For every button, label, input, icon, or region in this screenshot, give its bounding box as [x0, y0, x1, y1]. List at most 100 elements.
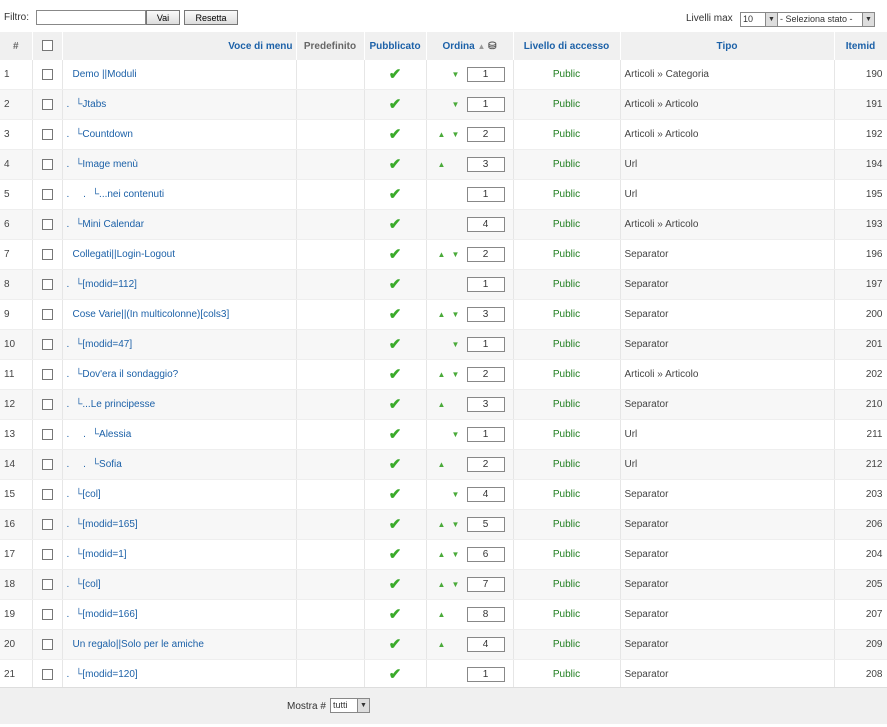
move-down-icon[interactable]: ▼	[449, 550, 463, 559]
order-input[interactable]: 2	[466, 367, 505, 382]
save-order-icon[interactable]: ⛁	[488, 41, 496, 52]
published-check-icon[interactable]: ✔	[389, 216, 402, 233]
menu-item-link[interactable]: Cose Varie||(In multicolonne)[cols3]	[73, 309, 230, 320]
row-checkbox[interactable]	[32, 509, 63, 540]
menu-item-link[interactable]: └[col]	[75, 489, 100, 500]
move-up-icon[interactable]: ▲	[435, 640, 449, 649]
filter-input[interactable]	[36, 10, 146, 25]
menu-item-link[interactable]: └Alessia	[92, 429, 131, 440]
move-down-icon[interactable]: ▼	[449, 70, 463, 79]
menu-item-link[interactable]: └[modid=165]	[75, 519, 137, 530]
access-level[interactable]: Public	[513, 179, 621, 210]
move-down-icon[interactable]: ▼	[449, 310, 463, 319]
levels-select[interactable]: 10 ▼	[740, 12, 778, 27]
access-level[interactable]: Public	[513, 569, 621, 600]
published-check-icon[interactable]: ✔	[389, 306, 402, 323]
menu-item-link[interactable]: Un regalo||Solo per le amiche	[73, 639, 204, 650]
menu-item-link[interactable]: └Jtabs	[75, 99, 106, 110]
row-checkbox[interactable]	[32, 539, 63, 570]
move-up-icon[interactable]: ▲	[435, 400, 449, 409]
row-checkbox[interactable]	[32, 629, 63, 660]
published-check-icon[interactable]: ✔	[389, 126, 402, 143]
order-input[interactable]: 6	[466, 547, 505, 562]
row-checkbox[interactable]	[32, 89, 63, 120]
published-check-icon[interactable]: ✔	[389, 66, 402, 83]
move-up-icon[interactable]: ▲	[435, 130, 449, 139]
published-check-icon[interactable]: ✔	[389, 516, 402, 533]
published-check-icon[interactable]: ✔	[389, 186, 402, 203]
menu-item-link[interactable]: └[modid=120]	[75, 669, 137, 680]
published-check-icon[interactable]: ✔	[389, 606, 402, 623]
access-level[interactable]: Public	[513, 539, 621, 570]
access-level[interactable]: Public	[513, 209, 621, 240]
access-level[interactable]: Public	[513, 60, 621, 90]
move-up-icon[interactable]: ▲	[435, 550, 449, 559]
order-input[interactable]: 4	[466, 217, 505, 232]
row-checkbox[interactable]	[32, 449, 63, 480]
order-input[interactable]: 2	[466, 247, 505, 262]
menu-item-link[interactable]: └[modid=166]	[75, 609, 137, 620]
order-input[interactable]: 7	[466, 577, 505, 592]
published-check-icon[interactable]: ✔	[389, 336, 402, 353]
access-level[interactable]: Public	[513, 329, 621, 360]
access-level[interactable]: Public	[513, 509, 621, 540]
col-title-header[interactable]: Voce di menu	[62, 32, 297, 60]
access-level[interactable]: Public	[513, 239, 621, 270]
order-input[interactable]: 1	[466, 427, 505, 442]
move-up-icon[interactable]: ▲	[435, 160, 449, 169]
published-check-icon[interactable]: ✔	[389, 636, 402, 653]
reset-button[interactable]: Resetta	[184, 10, 238, 25]
order-input[interactable]: 1	[466, 667, 505, 682]
menu-item-link[interactable]: └Sofia	[92, 459, 122, 470]
published-check-icon[interactable]: ✔	[389, 666, 402, 683]
access-level[interactable]: Public	[513, 89, 621, 120]
row-checkbox[interactable]	[32, 299, 63, 330]
row-checkbox[interactable]	[32, 479, 63, 510]
order-input[interactable]: 3	[466, 307, 505, 322]
row-checkbox[interactable]	[32, 239, 63, 270]
published-check-icon[interactable]: ✔	[389, 396, 402, 413]
published-check-icon[interactable]: ✔	[389, 546, 402, 563]
access-level[interactable]: Public	[513, 479, 621, 510]
order-input[interactable]: 1	[466, 277, 505, 292]
order-input[interactable]: 3	[466, 157, 505, 172]
col-access-header[interactable]: Livello di accesso	[513, 32, 621, 60]
order-input[interactable]: 8	[466, 607, 505, 622]
row-checkbox[interactable]	[32, 329, 63, 360]
move-down-icon[interactable]: ▼	[449, 100, 463, 109]
menu-item-link[interactable]: Collegati||Login-Logout	[73, 249, 176, 260]
move-up-icon[interactable]: ▲	[435, 580, 449, 589]
order-input[interactable]: 1	[466, 337, 505, 352]
move-down-icon[interactable]: ▼	[449, 340, 463, 349]
move-down-icon[interactable]: ▼	[449, 370, 463, 379]
menu-item-link[interactable]: └Image menù	[75, 159, 138, 170]
row-checkbox[interactable]	[32, 269, 63, 300]
access-level[interactable]: Public	[513, 449, 621, 480]
col-type-header[interactable]: Tipo	[620, 32, 835, 60]
access-level[interactable]: Public	[513, 299, 621, 330]
col-order-header[interactable]: Ordina ▲ ⛁	[426, 32, 514, 60]
order-input[interactable]: 1	[466, 67, 505, 82]
move-up-icon[interactable]: ▲	[435, 370, 449, 379]
row-checkbox[interactable]	[32, 389, 63, 420]
row-checkbox[interactable]	[32, 659, 63, 690]
row-checkbox[interactable]	[32, 599, 63, 630]
order-input[interactable]: 2	[466, 127, 505, 142]
move-down-icon[interactable]: ▼	[449, 430, 463, 439]
access-level[interactable]: Public	[513, 629, 621, 660]
order-input[interactable]: 4	[466, 487, 505, 502]
access-level[interactable]: Public	[513, 419, 621, 450]
move-up-icon[interactable]: ▲	[435, 310, 449, 319]
move-down-icon[interactable]: ▼	[449, 130, 463, 139]
move-up-icon[interactable]: ▲	[435, 460, 449, 469]
col-itemid-header[interactable]: Itemid	[834, 32, 887, 60]
move-down-icon[interactable]: ▼	[449, 580, 463, 589]
order-input[interactable]: 3	[466, 397, 505, 412]
move-up-icon[interactable]: ▲	[435, 520, 449, 529]
menu-item-link[interactable]: └...Le principesse	[75, 399, 155, 410]
order-input[interactable]: 5	[466, 517, 505, 532]
row-checkbox[interactable]	[32, 149, 63, 180]
published-check-icon[interactable]: ✔	[389, 366, 402, 383]
published-check-icon[interactable]: ✔	[389, 576, 402, 593]
row-checkbox[interactable]	[32, 569, 63, 600]
